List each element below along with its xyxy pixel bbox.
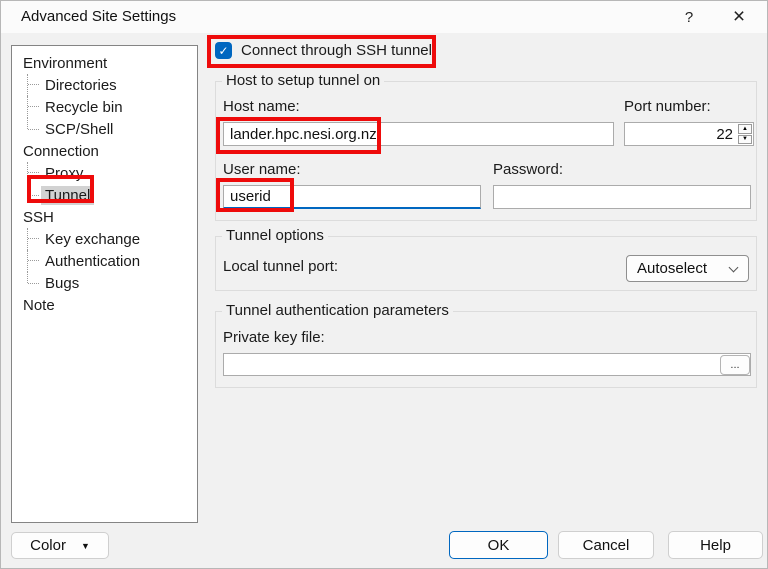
tree-connector: [27, 74, 39, 96]
sidebar-item-label: SCP/Shell: [41, 120, 117, 139]
tree-connector: [27, 162, 39, 184]
cancel-button-label: Cancel: [583, 537, 630, 554]
sidebar-item-ssh[interactable]: SSH: [12, 206, 197, 228]
help-icon[interactable]: ?: [669, 1, 709, 33]
port-number-input[interactable]: [624, 122, 754, 146]
tree-connector: [27, 184, 39, 195]
tree-connector: [27, 96, 39, 118]
sidebar-item-label: Recycle bin: [41, 98, 127, 117]
sidebar-item-proxy[interactable]: Proxy: [12, 162, 197, 184]
sidebar-item-connection[interactable]: Connection: [12, 140, 197, 162]
user-name-label: User name:: [223, 161, 301, 178]
spin-up-icon[interactable]: ▲: [738, 124, 752, 134]
sidebar-item-scp-shell[interactable]: SCP/Shell: [12, 118, 197, 140]
sidebar-item-note[interactable]: Note: [12, 294, 197, 316]
settings-tree: Environment Directories Recycle bin SCP/She…: [11, 45, 198, 523]
sidebar-item-label: Environment: [19, 54, 111, 73]
local-tunnel-port-value: Autoselect: [637, 260, 707, 277]
dialog-title: Advanced Site Settings: [21, 1, 176, 33]
host-name-label: Host name:: [223, 98, 300, 115]
sidebar-item-label: Proxy: [41, 164, 87, 183]
tree-connector: [27, 118, 39, 129]
private-key-file-label: Private key file:: [223, 329, 325, 346]
sidebar-item-label: SSH: [19, 208, 58, 227]
help-button-label: Help: [700, 537, 731, 554]
titlebar: Advanced Site Settings ? ×: [1, 1, 767, 33]
help-button[interactable]: Help: [668, 531, 763, 559]
close-icon[interactable]: ×: [719, 1, 759, 33]
dropdown-arrow-icon: ▼: [81, 541, 90, 551]
sidebar-item-label: Authentication: [41, 252, 144, 271]
cancel-button[interactable]: Cancel: [558, 531, 654, 559]
browse-button[interactable]: ...: [720, 355, 750, 375]
tree-connector: [27, 228, 39, 250]
tree-connector: [27, 250, 39, 272]
local-tunnel-port-label: Local tunnel port:: [223, 258, 338, 275]
tunnel-options-group-title: Tunnel options: [222, 227, 328, 244]
color-button[interactable]: Color ▼: [11, 532, 109, 559]
password-input[interactable]: [493, 185, 751, 209]
port-number-spinbox: ▲ ▼: [624, 122, 754, 146]
sidebar-item-label: Key exchange: [41, 230, 144, 249]
port-spinner: ▲ ▼: [738, 124, 752, 144]
password-label: Password:: [493, 161, 563, 178]
ok-button-label: OK: [488, 537, 510, 554]
ssh-tunnel-checkbox-label[interactable]: Connect through SSH tunnel: [241, 42, 432, 59]
private-key-file-input[interactable]: [223, 353, 751, 376]
chevron-down-icon: [729, 263, 739, 273]
sidebar-item-label: Note: [19, 296, 59, 315]
local-tunnel-port-select[interactable]: Autoselect: [626, 255, 749, 282]
tree-connector: [27, 272, 39, 283]
color-button-label: Color: [30, 537, 66, 554]
tunnel-auth-group: Tunnel authentication parameters: [215, 311, 757, 388]
advanced-site-settings-dialog: Advanced Site Settings ? × Environment Di…: [0, 0, 768, 569]
sidebar-item-label: Directories: [41, 76, 121, 95]
tunnel-auth-group-title: Tunnel authentication parameters: [222, 302, 453, 319]
user-name-input[interactable]: [223, 185, 481, 209]
port-number-label: Port number:: [624, 98, 711, 115]
spin-down-icon[interactable]: ▼: [738, 135, 752, 145]
host-group-title: Host to setup tunnel on: [222, 72, 384, 89]
sidebar-item-tunnel[interactable]: Tunnel: [12, 184, 197, 206]
sidebar-item-label: Bugs: [41, 274, 83, 293]
ssh-tunnel-checkbox-row: ✓ Connect through SSH tunnel: [215, 41, 432, 60]
sidebar-item-environment[interactable]: Environment: [12, 52, 197, 74]
sidebar-item-label: Connection: [19, 142, 103, 161]
sidebar-item-label: Tunnel: [41, 186, 94, 205]
checked-checkbox-icon[interactable]: ✓: [215, 42, 232, 59]
sidebar-item-authentication[interactable]: Authentication: [12, 250, 197, 272]
sidebar-item-key-exchange[interactable]: Key exchange: [12, 228, 197, 250]
sidebar-item-recycle-bin[interactable]: Recycle bin: [12, 96, 197, 118]
host-name-input[interactable]: [223, 122, 614, 146]
sidebar-item-directories[interactable]: Directories: [12, 74, 197, 96]
sidebar-item-bugs[interactable]: Bugs: [12, 272, 197, 294]
ok-button[interactable]: OK: [449, 531, 548, 559]
